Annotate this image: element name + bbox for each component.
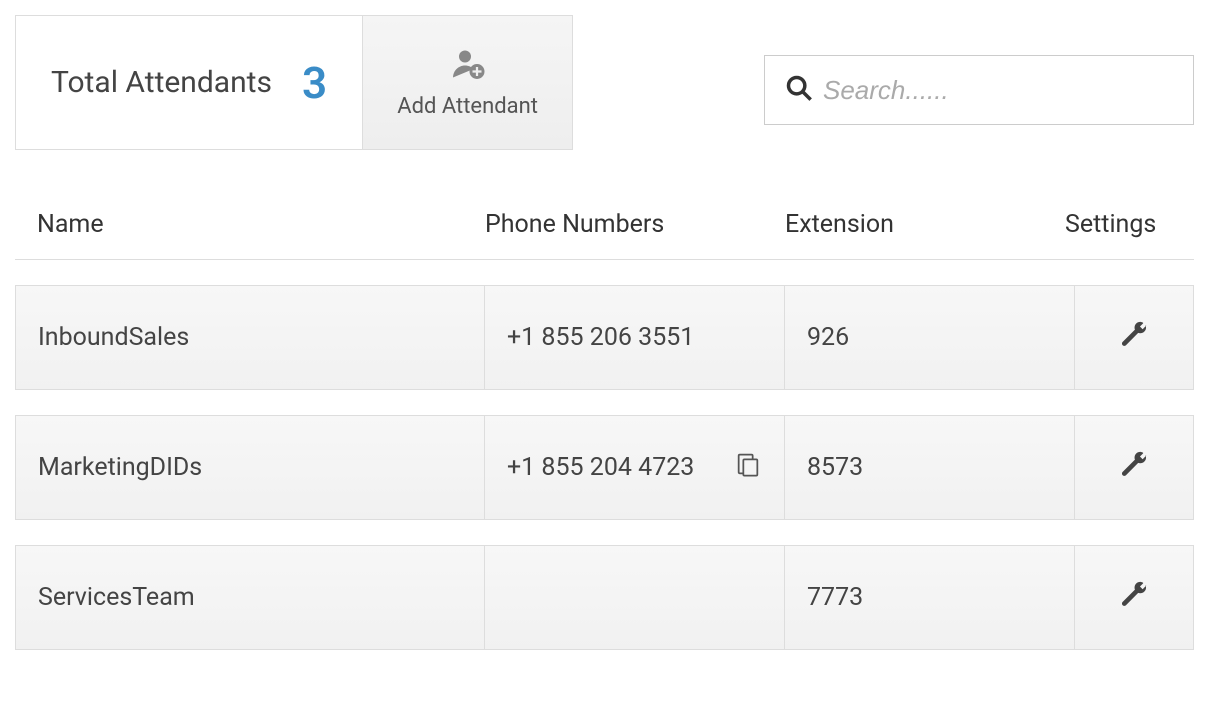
copy-icon[interactable] [734,450,762,485]
cell-phone [485,545,785,650]
cell-phone: +1 855 204 4723 [485,415,785,520]
add-attendant-button[interactable]: Add Attendant [363,15,573,150]
total-attendants-box: Total Attendants 3 [15,15,363,150]
table-row: MarketingDIDs +1 855 204 4723 8573 [15,415,1194,520]
cell-name: InboundSales [15,285,485,390]
column-header-phone: Phone Numbers [485,210,785,239]
wrench-icon [1120,320,1148,355]
cell-phone: +1 855 206 3551 [485,285,785,390]
column-header-extension: Extension [785,210,1065,239]
cell-name: MarketingDIDs [15,415,485,520]
search-box[interactable] [764,55,1194,125]
phone-value: +1 855 204 4723 [507,453,694,482]
search-icon [785,74,823,106]
table-row: ServicesTeam 7773 [15,545,1194,650]
cell-extension: 926 [785,285,1075,390]
total-label: Total Attendants [51,65,272,100]
table-body: InboundSales +1 855 206 3551 926 MarketingD… [15,285,1194,650]
phone-value: +1 855 206 3551 [507,323,694,352]
add-user-icon [450,46,486,86]
settings-button[interactable] [1075,545,1194,650]
column-header-settings: Settings [1065,210,1194,239]
cell-extension: 8573 [785,415,1075,520]
wrench-icon [1120,580,1148,615]
table-row: InboundSales +1 855 206 3551 926 [15,285,1194,390]
settings-button[interactable] [1075,415,1194,520]
settings-button[interactable] [1075,285,1194,390]
search-input[interactable] [823,75,1173,106]
add-attendant-label: Add Attendant [397,94,538,119]
table-header: Name Phone Numbers Extension Settings [15,190,1194,260]
total-count: 3 [302,57,327,109]
wrench-icon [1120,450,1148,485]
cell-extension: 7773 [785,545,1075,650]
cell-name: ServicesTeam [15,545,485,650]
column-header-name: Name [15,210,485,239]
header-row: Total Attendants 3 Add Attendant [15,15,1194,150]
